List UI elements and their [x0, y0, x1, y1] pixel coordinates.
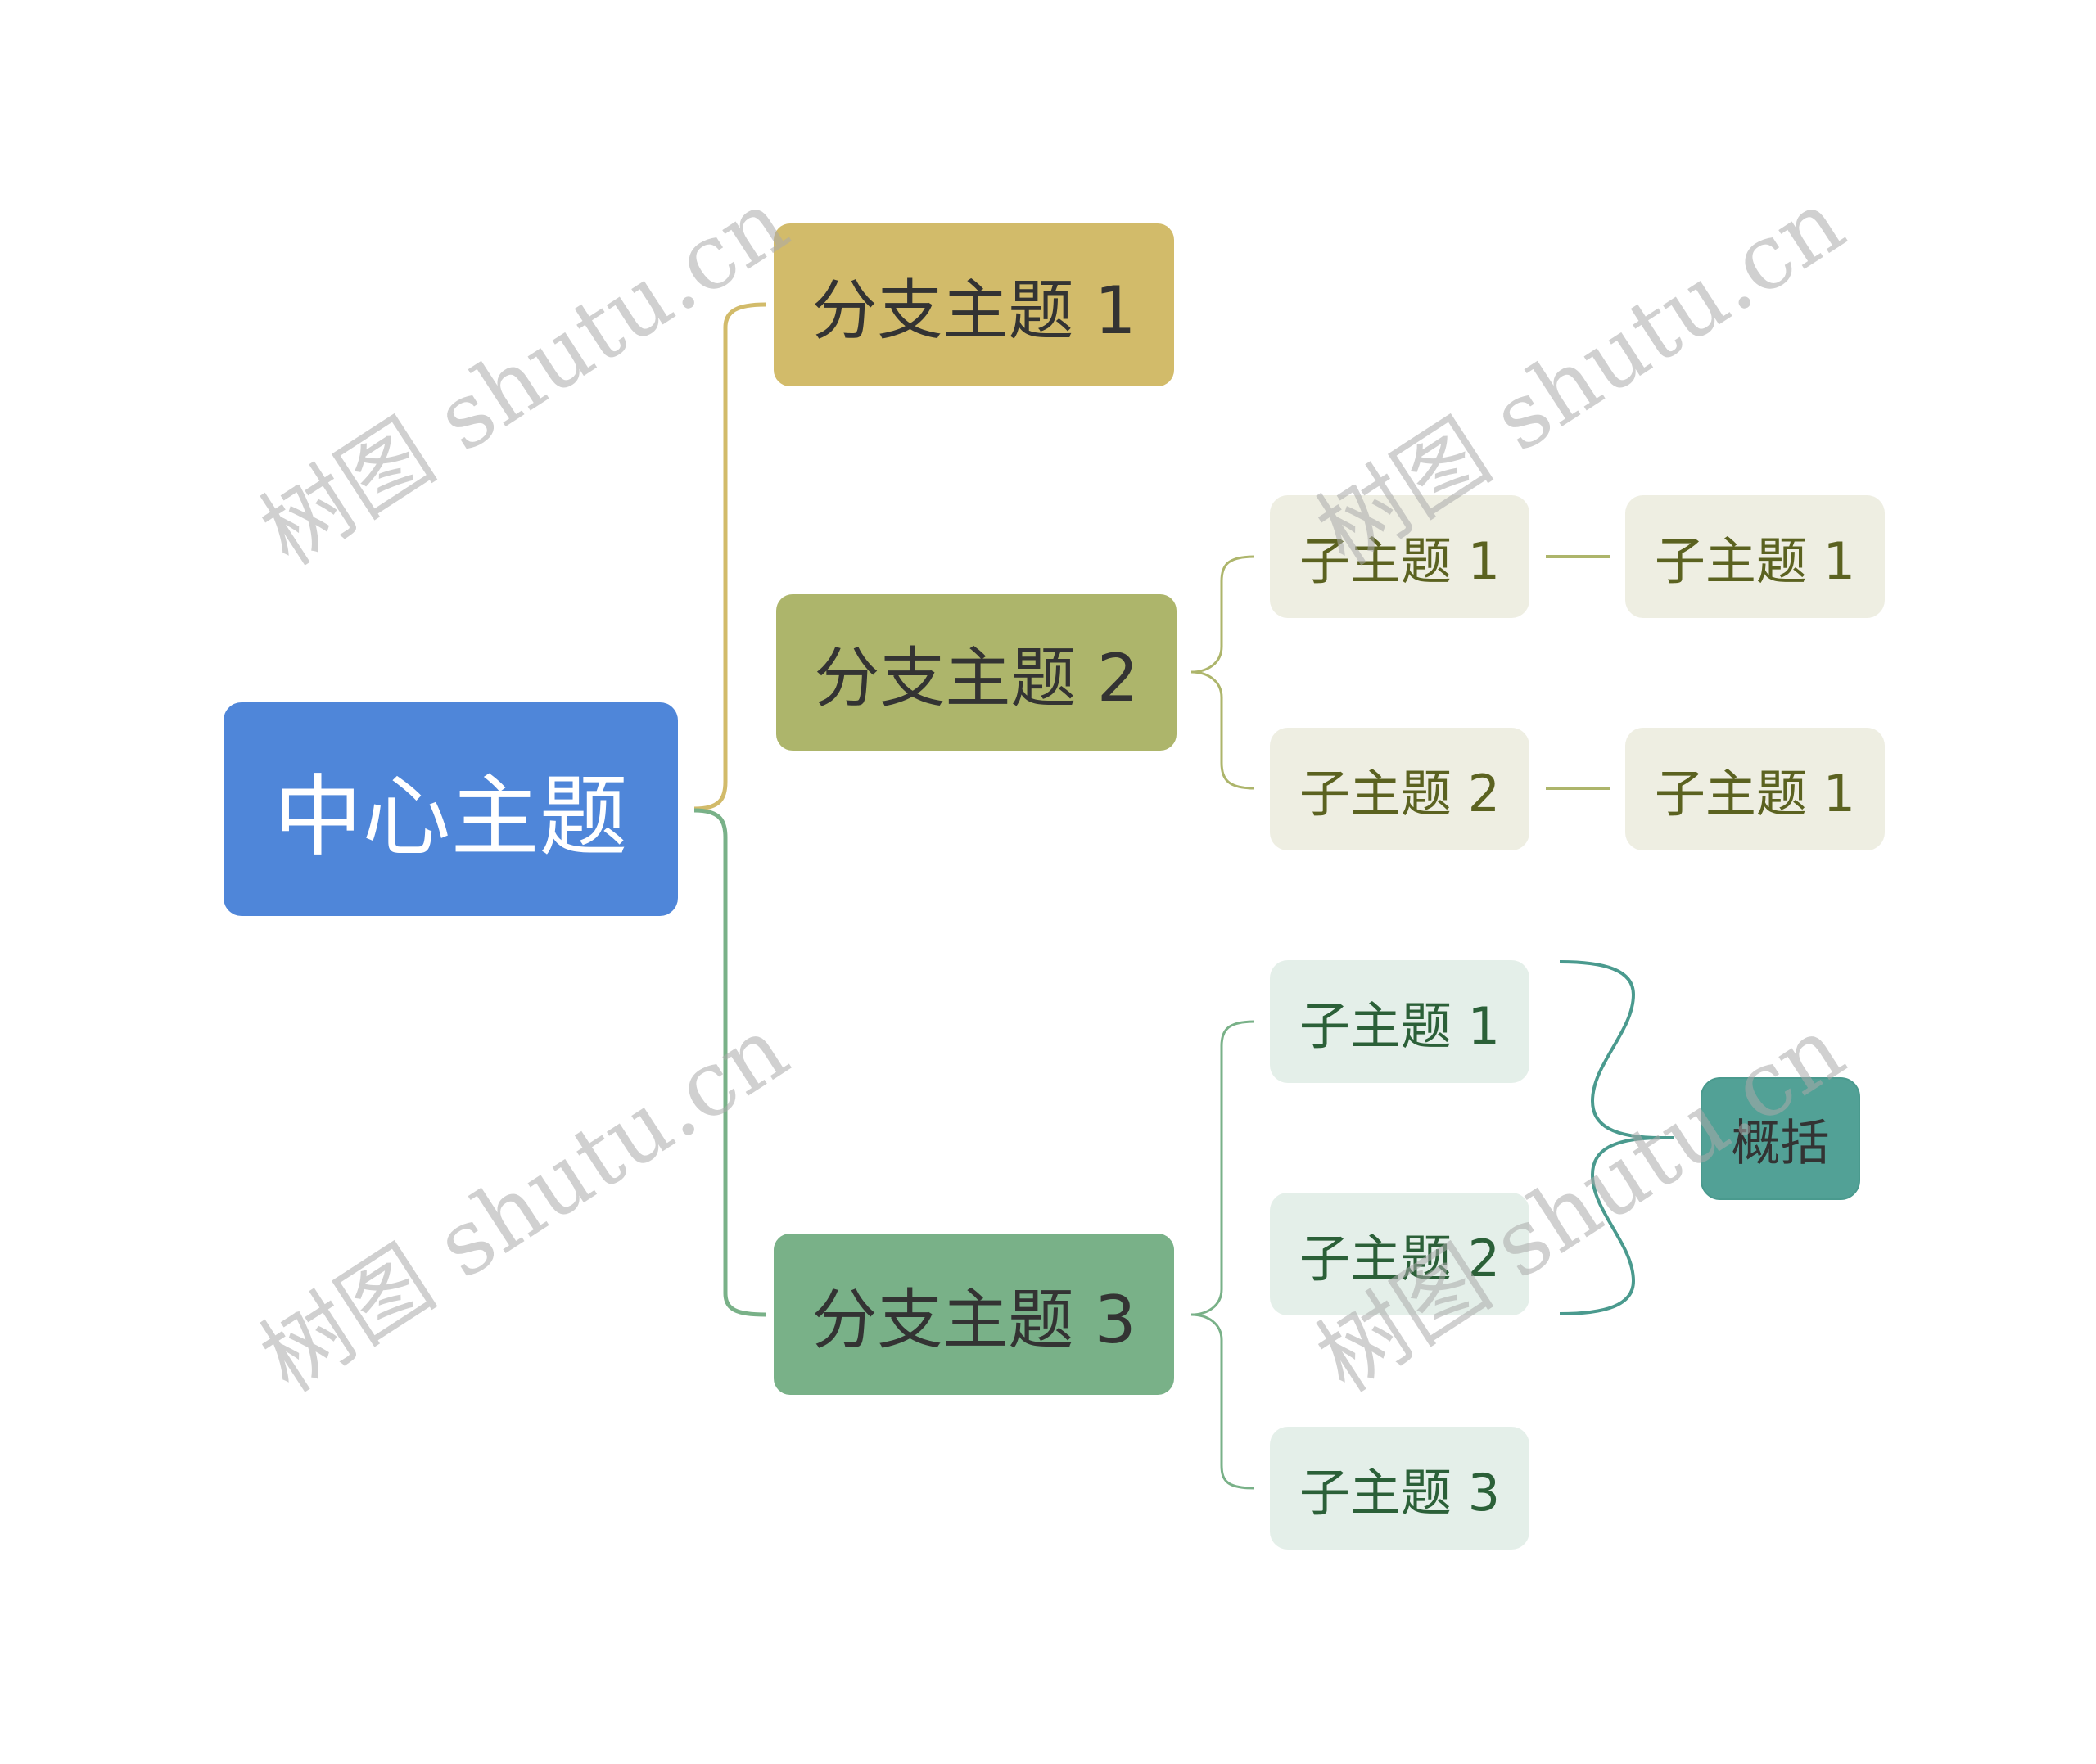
summary-brace — [1559, 960, 1674, 1315]
central-topic[interactable]: 中心主题 — [224, 702, 678, 916]
subtopic-3-2[interactable]: 子主题 2 — [1270, 1193, 1529, 1315]
summary-node[interactable]: 概括 — [1701, 1077, 1860, 1200]
branch-topic-3[interactable]: 分支主题 3 — [774, 1234, 1174, 1395]
connector-branch-3-subtopics — [1190, 1020, 1255, 1490]
subtopic-2-1-1[interactable]: 子主题 1 — [1625, 495, 1885, 618]
branch-topic-1[interactable]: 分支主题 1 — [774, 223, 1174, 386]
branch-topic-2[interactable]: 分支主题 2 — [776, 594, 1177, 751]
subtopic-3-1[interactable]: 子主题 1 — [1270, 960, 1529, 1083]
subtopic-2-2-1[interactable]: 子主题 1 — [1625, 728, 1885, 850]
connector-branch-2-subtopics — [1190, 555, 1255, 790]
subtopic-3-3[interactable]: 子主题 3 — [1270, 1427, 1529, 1550]
connector-central-branch-1 — [693, 302, 766, 811]
connector-central-branch-3 — [693, 808, 766, 1317]
subtopic-2-1[interactable]: 子主题 1 — [1270, 495, 1529, 618]
subtopic-2-2[interactable]: 子主题 2 — [1270, 728, 1529, 850]
